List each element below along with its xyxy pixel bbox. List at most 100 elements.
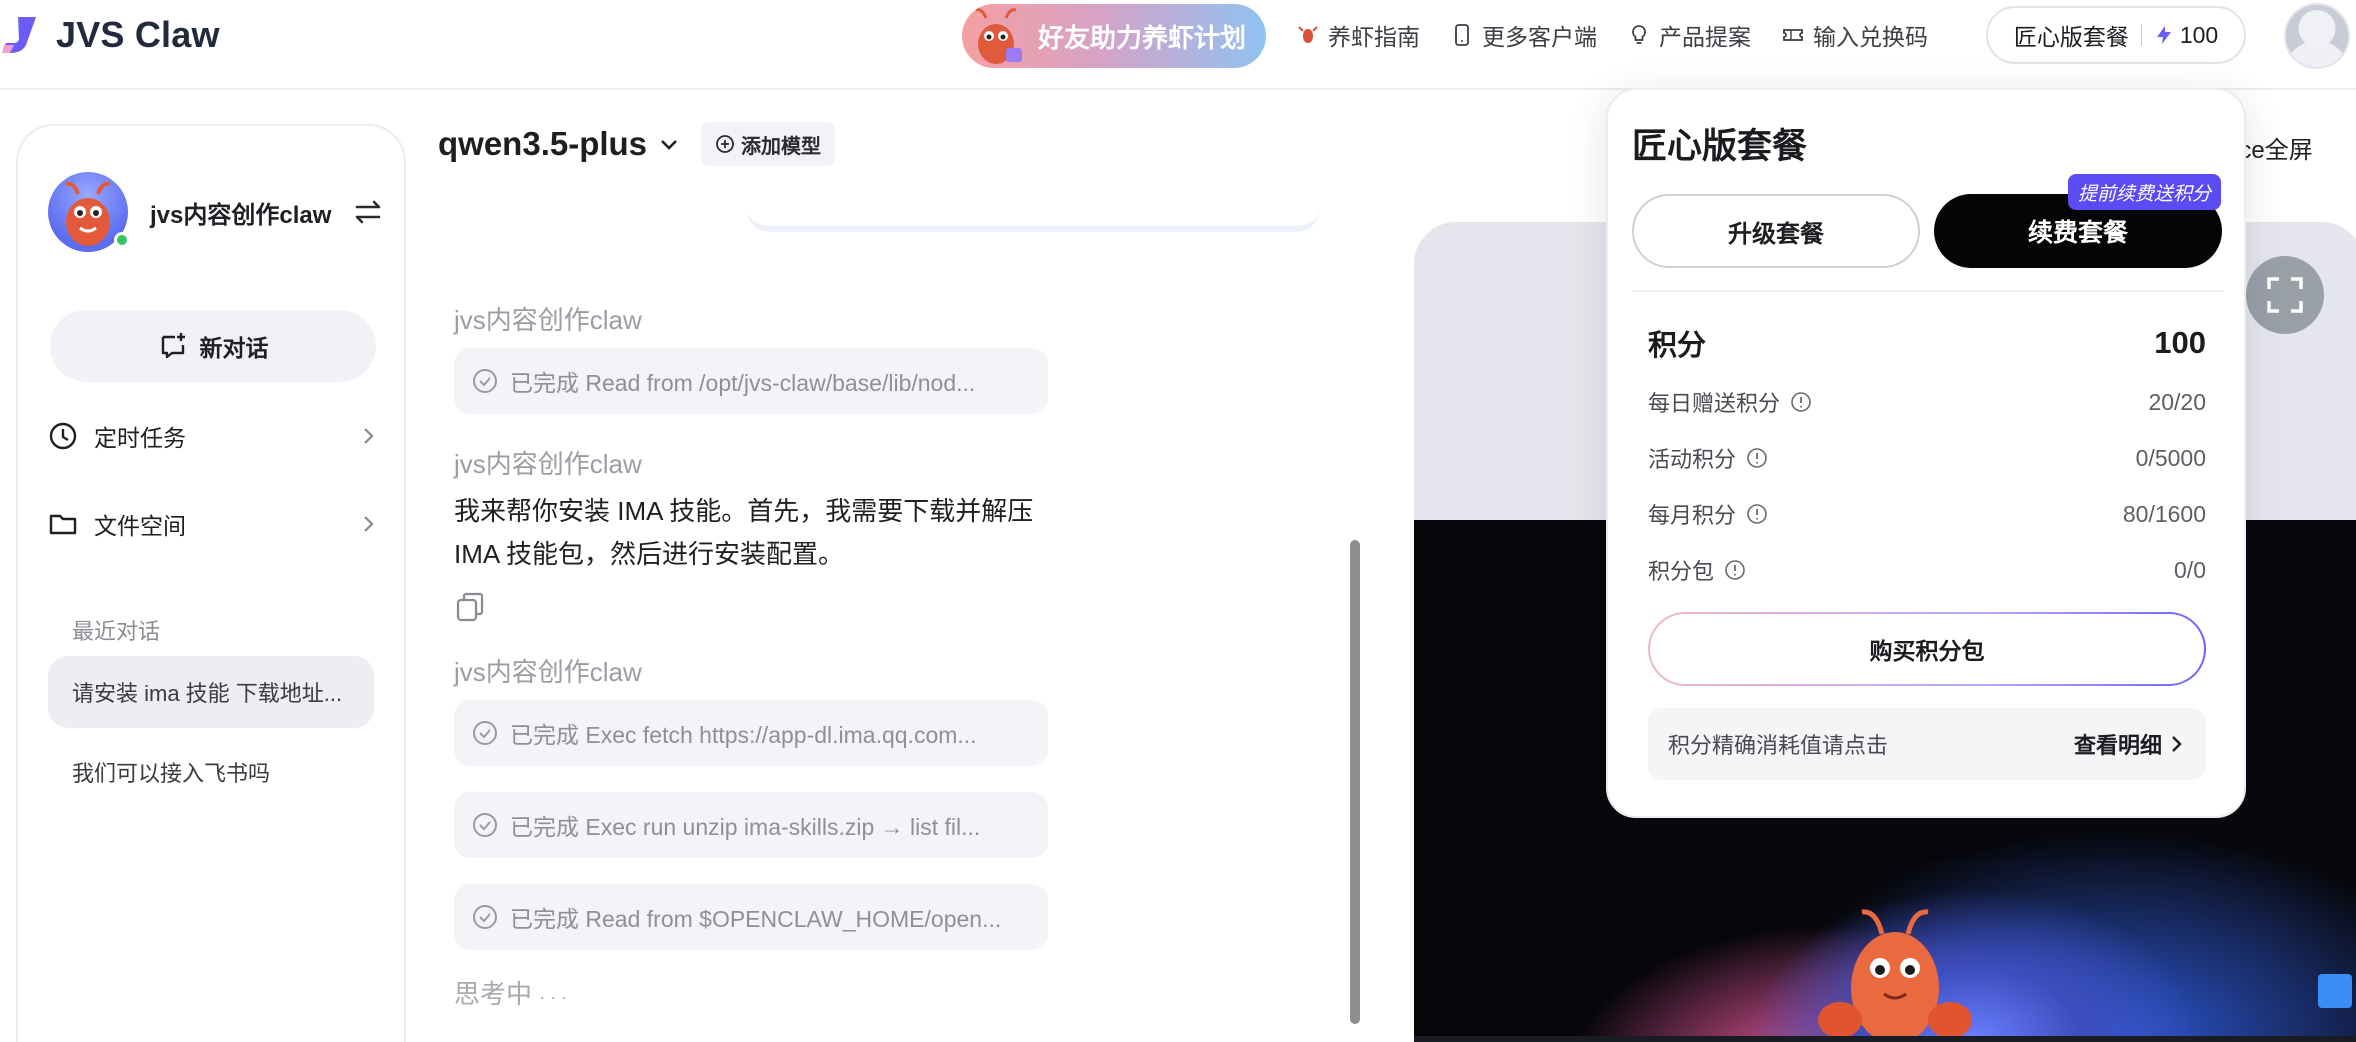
check-circle-icon bbox=[473, 721, 497, 745]
tool-step[interactable]: 已完成 Exec run unzip ima-skills.zip → list… bbox=[454, 792, 1048, 858]
copy-icon[interactable] bbox=[456, 592, 484, 622]
nav-proposal-label: 产品提案 bbox=[1659, 24, 1751, 50]
pill-divider bbox=[2140, 24, 2142, 46]
swap-icon[interactable] bbox=[353, 197, 383, 227]
thinking-label: 思考中 bbox=[454, 979, 533, 1009]
ticket-icon bbox=[1783, 29, 1803, 41]
nav-redeem-link[interactable]: 输入兑换码 bbox=[1781, 18, 1928, 52]
lobster-mascot-icon bbox=[1818, 909, 1972, 1042]
credit-row-value: 0/5000 bbox=[2135, 444, 2206, 471]
promo-banner[interactable]: 好友助力养虾计划 bbox=[962, 4, 1266, 68]
user-avatar[interactable] bbox=[2284, 3, 2350, 69]
credit-row: 活动积分 0/5000 bbox=[1648, 442, 2206, 474]
credits-label: 积分 bbox=[1648, 330, 1707, 362]
clock-icon bbox=[49, 422, 77, 450]
speaker-name: jvs内容创作claw bbox=[454, 449, 642, 479]
expand-icon bbox=[2267, 277, 2303, 313]
logo-icon bbox=[2, 17, 36, 53]
recent-chat-item[interactable]: 请安装 ima 技能 下载地址... bbox=[48, 656, 374, 728]
lightning-icon bbox=[2156, 26, 2171, 44]
speaker-name: jvs内容创作claw bbox=[454, 305, 642, 335]
sidebar-item-label: 定时任务 bbox=[94, 425, 186, 451]
fullscreen-button[interactable] bbox=[2246, 256, 2324, 334]
remote-taskbar[interactable] bbox=[1414, 1036, 2356, 1042]
credits-summary: 积分 100 bbox=[1648, 322, 2206, 364]
plan-popover: 匠心版套餐 升级套餐 续费套餐 提前续费送积分 积分 100 每日赠送积分 20… bbox=[1606, 88, 2246, 818]
credit-row-label: 活动积分 bbox=[1648, 447, 1737, 472]
desktop-home-icon[interactable] bbox=[2318, 974, 2352, 1008]
bot-avatar bbox=[48, 172, 130, 252]
add-model-button[interactable]: 添加模型 bbox=[701, 122, 836, 166]
nav-clients-link[interactable]: 更多客户端 bbox=[1450, 18, 1597, 52]
credit-detail-box: 积分精确消耗值请点击 查看明细 bbox=[1648, 708, 2206, 780]
nav-redeem-label: 输入兑换码 bbox=[1813, 24, 1928, 50]
info-icon[interactable] bbox=[1790, 391, 1812, 413]
thinking-indicator: 思考中 · · · bbox=[454, 974, 567, 1011]
popover-divider bbox=[1632, 290, 2224, 292]
lightbulb-icon bbox=[1632, 25, 1646, 44]
bot-header[interactable]: jvs内容创作claw bbox=[48, 172, 383, 252]
detail-text: 积分精确消耗值请点击 bbox=[1668, 733, 1889, 758]
recent-chat-item[interactable]: 我们可以接入飞书吗 bbox=[48, 736, 374, 808]
sidebar-item-file-space[interactable]: 文件空间 bbox=[48, 504, 378, 544]
credits-display: 100 bbox=[2154, 22, 2218, 49]
nav-clients-label: 更多客户端 bbox=[1482, 24, 1597, 50]
tool-step-label: 已完成 Exec fetch https://app-dl.ima.qq.com… bbox=[510, 722, 977, 748]
tool-step[interactable]: 已完成 Read from $OPENCLAW_HOME/open... bbox=[454, 884, 1048, 950]
folder-icon bbox=[49, 514, 77, 535]
credit-row-label: 每日赠送积分 bbox=[1648, 391, 1781, 416]
thinking-dots: · · · bbox=[539, 987, 568, 1007]
plus-circle-icon bbox=[716, 135, 734, 153]
info-icon[interactable] bbox=[1724, 559, 1746, 581]
credit-row: 每月积分 80/1600 bbox=[1648, 498, 2206, 530]
model-name: qwen3.5-plus bbox=[438, 125, 648, 162]
phone-icon bbox=[1455, 24, 1469, 46]
tool-step[interactable]: 已完成 Exec fetch https://app-dl.ima.qq.com… bbox=[454, 700, 1048, 766]
model-dropdown[interactable]: qwen3.5-plus bbox=[438, 125, 681, 163]
upgrade-plan-button[interactable]: 升级套餐 bbox=[1632, 194, 1920, 268]
online-status-dot bbox=[114, 232, 130, 248]
sidebar: jvs内容创作claw 新对话 定时任务 文件空间 最近对话 bbox=[16, 124, 406, 1042]
plan-name: 匠心版套餐 bbox=[2013, 24, 2129, 50]
sidebar-item-scheduled-tasks[interactable]: 定时任务 bbox=[48, 416, 378, 456]
nav-guide-link[interactable]: 养虾指南 bbox=[1296, 18, 1420, 52]
tool-step-label: 已完成 Exec run unzip ima-skills.zip → list… bbox=[510, 814, 981, 840]
chevron-right-icon bbox=[364, 428, 374, 444]
credit-row-label: 每月积分 bbox=[1648, 503, 1737, 528]
app-logo[interactable]: JVS Claw bbox=[0, 14, 220, 56]
buy-credits-button[interactable]: 购买积分包 bbox=[1648, 612, 2206, 686]
top-navbar: JVS Claw 好友助力养虾计划 养虾指南 更多客户端 产品提案 输入兑换码 … bbox=[0, 0, 2356, 90]
plan-credits-pill[interactable]: 匠心版套餐 100 bbox=[1986, 6, 2246, 64]
tool-step[interactable]: 已完成 Read from /opt/jvs-claw/base/lib/nod… bbox=[454, 348, 1048, 414]
info-icon[interactable] bbox=[1746, 447, 1768, 469]
info-icon[interactable] bbox=[1746, 503, 1768, 525]
view-details-link[interactable]: 查看明细 bbox=[2074, 728, 2184, 760]
new-chat-button[interactable]: 新对话 bbox=[50, 310, 376, 382]
previous-message-bubble bbox=[746, 208, 1320, 232]
nav-guide-label: 养虾指南 bbox=[1328, 24, 1420, 50]
speaker-name: jvs内容创作claw bbox=[454, 657, 642, 687]
sidebar-item-label: 文件空间 bbox=[94, 513, 186, 539]
check-circle-icon bbox=[473, 369, 497, 393]
tool-step-label: 已完成 Read from $OPENCLAW_HOME/open... bbox=[510, 906, 1002, 932]
chevron-right-icon bbox=[364, 516, 374, 532]
chat-scrollbar[interactable] bbox=[1350, 540, 1360, 1024]
credit-row-value: 0/0 bbox=[2174, 556, 2206, 583]
nav-proposal-link[interactable]: 产品提案 bbox=[1627, 18, 1751, 52]
credit-row-label: 积分包 bbox=[1648, 559, 1715, 584]
chevron-right-icon bbox=[2172, 736, 2182, 752]
credit-row: 积分包 0/0 bbox=[1648, 554, 2206, 586]
renew-bonus-badge: 提前续费送积分 bbox=[2068, 174, 2222, 210]
top-links: 养虾指南 更多客户端 产品提案 输入兑换码 bbox=[1296, 18, 1928, 52]
new-chat-label: 新对话 bbox=[199, 335, 269, 361]
lobster-mascot-icon bbox=[962, 4, 1032, 68]
popover-title: 匠心版套餐 bbox=[1632, 127, 1808, 166]
model-selector-row: qwen3.5-plus 添加模型 bbox=[438, 122, 836, 166]
credit-row: 每日赠送积分 20/20 bbox=[1648, 386, 2206, 418]
tool-step-label: 已完成 Read from /opt/jvs-claw/base/lib/nod… bbox=[510, 370, 976, 396]
app-name: JVS Claw bbox=[56, 14, 220, 55]
credits-value: 100 bbox=[2179, 21, 2219, 48]
credit-row-value: 80/1600 bbox=[2122, 500, 2206, 527]
recent-chats-heading: 最近对话 bbox=[72, 619, 161, 644]
view-details-label: 查看明细 bbox=[2073, 733, 2162, 758]
